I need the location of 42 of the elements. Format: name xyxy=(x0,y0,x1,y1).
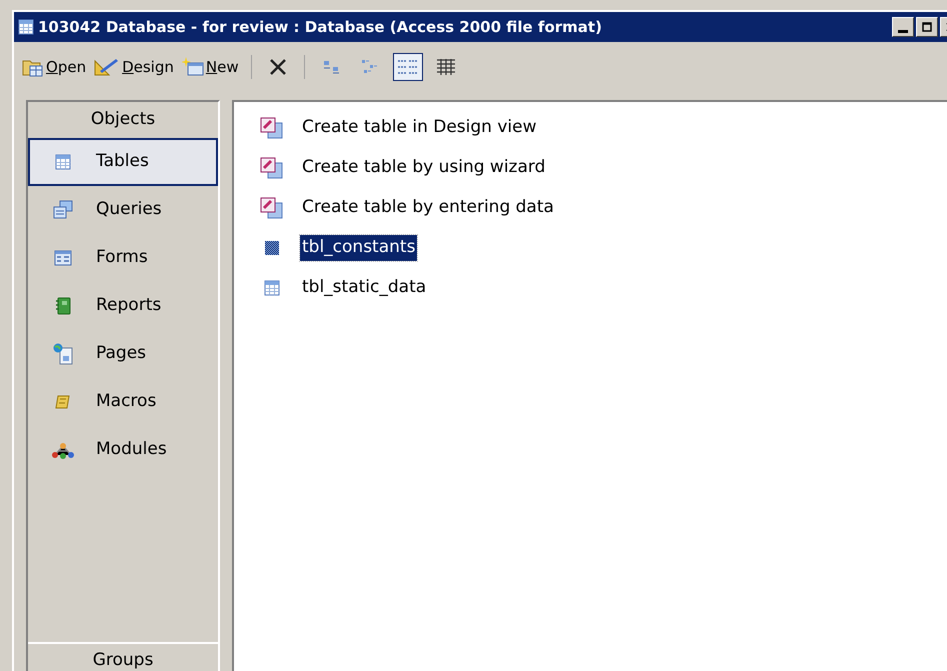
groups-button[interactable]: Groups xyxy=(28,642,218,671)
list-view-icon xyxy=(396,58,419,76)
maximize-button[interactable] xyxy=(916,17,938,37)
list-item[interactable]: tbl_static_data xyxy=(300,275,428,301)
table-icon xyxy=(264,240,280,256)
table-icon xyxy=(55,154,71,170)
object-type-item[interactable]: Modules xyxy=(28,426,218,474)
wizard-shortcut-icon xyxy=(260,197,284,219)
scroll-icon xyxy=(55,394,71,410)
toolbar-button[interactable]: Design xyxy=(94,56,174,78)
details-view-icon xyxy=(436,58,456,76)
wizard-shortcut-icon xyxy=(260,157,284,179)
ruler-pencil-icon xyxy=(94,57,120,77)
objects-header[interactable]: Objects xyxy=(28,102,218,138)
new-table-icon xyxy=(182,57,204,77)
object-type-item[interactable]: Macros xyxy=(28,378,218,426)
toolbar-button[interactable]: Open xyxy=(22,56,86,78)
object-type-item[interactable]: Reports xyxy=(28,282,218,330)
object-type-item[interactable]: Forms xyxy=(28,234,218,282)
object-type-item[interactable]: Tables xyxy=(28,138,218,186)
web-page-icon xyxy=(52,342,74,364)
form-icon xyxy=(54,250,72,266)
object-type-item[interactable]: Pages xyxy=(28,330,218,378)
minimize-icon xyxy=(898,30,908,32)
wizard-shortcut-icon xyxy=(260,117,284,139)
close-icon xyxy=(268,57,288,77)
table-icon xyxy=(264,280,280,296)
list-item[interactable]: tbl_constants xyxy=(300,235,418,261)
list-item[interactable]: Create table by using wizard xyxy=(300,155,548,181)
object-type-item[interactable]: Queries xyxy=(28,186,218,234)
list-item[interactable]: Create table by entering data xyxy=(300,195,556,221)
view-button[interactable] xyxy=(392,53,423,81)
stacked-tables-icon xyxy=(53,200,73,220)
maximize-icon xyxy=(921,21,933,33)
database-icon xyxy=(18,19,34,35)
window-title: 103042 Database - for review : Database (Access 2000 file format) xyxy=(38,16,603,38)
list-item[interactable]: Create table in Design view xyxy=(300,115,538,141)
small-icons-view-icon xyxy=(360,59,379,75)
notebook-icon xyxy=(55,296,71,314)
large-icons-view-icon xyxy=(322,60,341,74)
toolbar-button[interactable]: New xyxy=(182,56,239,78)
minimize-button[interactable] xyxy=(892,17,914,37)
